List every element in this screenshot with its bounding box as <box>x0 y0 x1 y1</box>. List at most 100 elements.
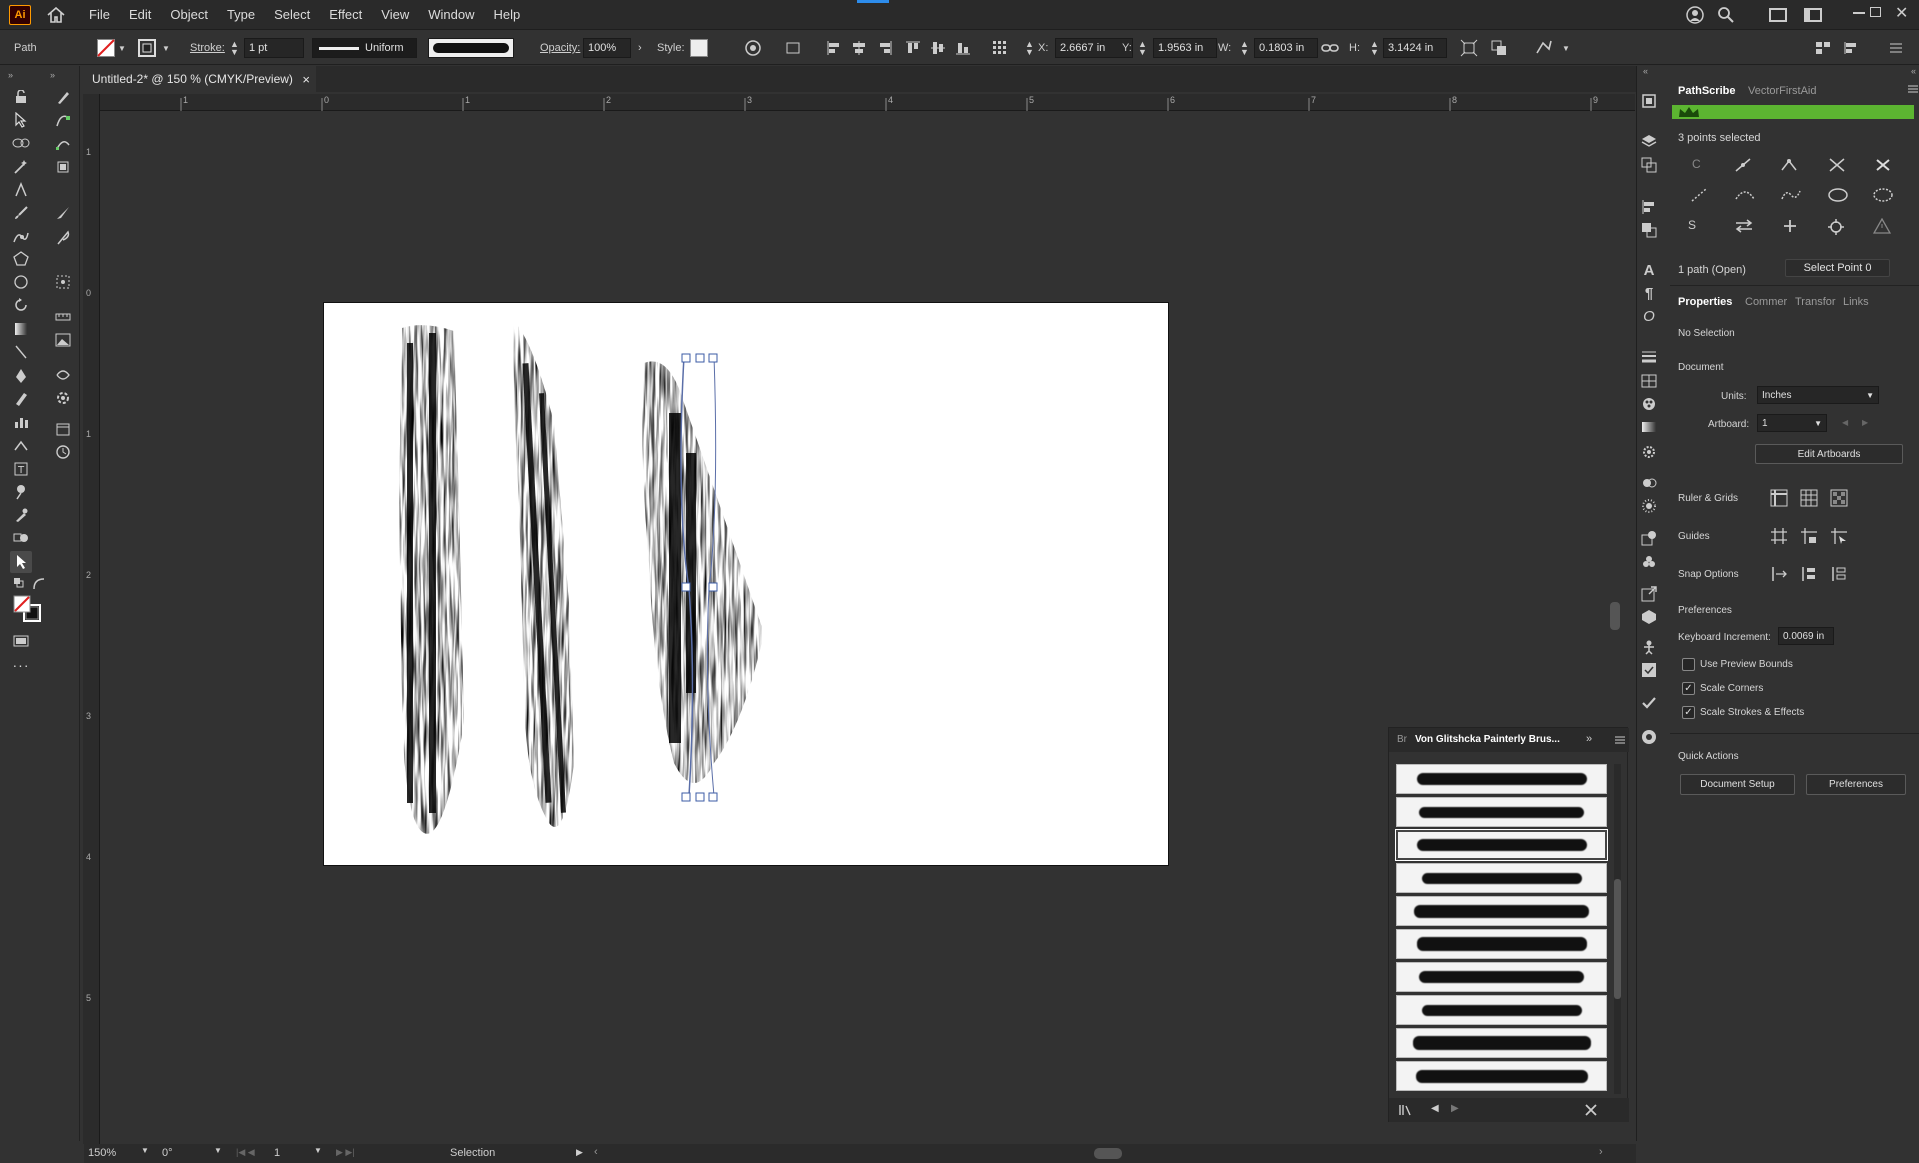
y-field[interactable]: 1.9563 in <box>1153 38 1217 58</box>
remove-brush-stroke-icon[interactable] <box>1584 1103 1598 1117</box>
cross-handles-icon[interactable] <box>1828 157 1846 173</box>
align-bottom-icon[interactable] <box>955 31 971 65</box>
rotation-chevron-down-icon[interactable]: ▼ <box>214 1146 222 1155</box>
show-guides-icon[interactable] <box>1770 527 1788 545</box>
stroke-panel-icon[interactable] <box>1638 345 1660 367</box>
menu-select[interactable]: Select <box>274 7 310 22</box>
arrange-documents-icon[interactable] <box>1769 8 1787 22</box>
screen-mode-icon[interactable] <box>10 630 32 652</box>
collapse-right-panel-icon[interactable]: « <box>1911 66 1916 76</box>
menu-object[interactable]: Object <box>170 7 208 22</box>
h-stepper-icon[interactable]: ▲ ▼ <box>1370 31 1379 65</box>
closed-path-icon[interactable] <box>1827 187 1849 203</box>
horizontal-scrollbar[interactable] <box>1094 1148 1122 1159</box>
line-segment-icon[interactable] <box>10 341 32 363</box>
asset-export-icon[interactable] <box>1638 659 1660 681</box>
use-preview-bounds-checkbox[interactable] <box>1682 658 1695 671</box>
symbols-icon[interactable] <box>1638 472 1660 494</box>
character-icon[interactable]: A <box>1638 259 1660 281</box>
user-search-icon[interactable] <box>1686 6 1704 27</box>
menu-help[interactable]: Help <box>493 7 520 22</box>
shaper-icon[interactable] <box>10 435 32 457</box>
menu-file[interactable]: File <box>89 7 110 22</box>
shape-mode-icon[interactable] <box>1490 31 1508 65</box>
opacity-field[interactable]: 100% <box>583 38 631 58</box>
rulers-toggle-icon[interactable] <box>1770 489 1788 507</box>
more-options-dropdown-icon[interactable]: ▼ <box>1562 31 1570 65</box>
preferences-button[interactable]: Preferences <box>1806 774 1906 795</box>
curvature-icon[interactable] <box>10 226 32 248</box>
reference-point-icon[interactable] <box>992 31 1008 65</box>
brush-tool-2-icon[interactable] <box>52 202 74 224</box>
brush-definition-dropdown[interactable] <box>428 38 514 58</box>
collapse-tools-2-icon[interactable]: » <box>50 70 55 80</box>
smart-guides-icon[interactable] <box>1830 527 1848 545</box>
reverse-path-icon[interactable] <box>1734 218 1754 234</box>
zoom-chevron-down-icon[interactable]: ▼ <box>141 1146 149 1155</box>
lock-icon[interactable] <box>10 86 32 108</box>
s-button[interactable]: S <box>1688 218 1696 232</box>
align-middle-icon[interactable] <box>930 31 946 65</box>
clock-tool-icon[interactable] <box>52 441 74 463</box>
next-artboard-icon[interactable]: ▶ <box>1862 418 1868 427</box>
transform-icon[interactable] <box>1460 31 1478 65</box>
warp-tool-icon[interactable] <box>52 364 74 386</box>
brush-strokes-artwork[interactable] <box>324 303 1170 867</box>
ellipse-icon[interactable] <box>10 271 32 293</box>
scroll-right-icon[interactable]: › <box>1599 1146 1603 1158</box>
polygon-icon[interactable] <box>10 248 32 270</box>
w-stepper-icon[interactable]: ▲ ▼ <box>1240 31 1249 65</box>
calendar-tool-icon[interactable] <box>52 418 74 440</box>
recolor-icon[interactable] <box>745 31 761 65</box>
brushes-tab[interactable]: Br <box>1397 734 1407 745</box>
rotation-value[interactable]: 0° <box>162 1147 173 1159</box>
wave-path-icon[interactable] <box>1780 187 1802 203</box>
snap-to-grid-icon[interactable] <box>1800 565 1818 583</box>
align-left-icon[interactable] <box>826 31 842 65</box>
selection-tool-icon[interactable] <box>10 551 32 573</box>
anchor-point-handle[interactable] <box>681 582 691 592</box>
close-window-icon[interactable]: ✕ <box>1895 3 1908 23</box>
vector-tool-icon[interactable] <box>52 109 74 131</box>
brush-swatch[interactable] <box>1396 1028 1607 1058</box>
minimize-icon[interactable] <box>1853 12 1865 14</box>
graphic-styles-icon[interactable] <box>1638 495 1660 517</box>
swatches-icon[interactable] <box>1638 370 1660 392</box>
paintbrush-icon[interactable] <box>10 202 32 224</box>
tab-vectorfirstaid[interactable]: VectorFirstAid <box>1748 85 1816 97</box>
warning-icon[interactable] <box>1873 218 1891 234</box>
next-library-icon[interactable]: ▶ <box>1451 1103 1459 1114</box>
align-panel-left-icon[interactable] <box>1638 196 1660 218</box>
brush-libraries-menu-icon[interactable] <box>1399 1104 1415 1116</box>
brush-swatch[interactable] <box>1396 929 1607 959</box>
tab-comments[interactable]: Commer <box>1745 296 1787 308</box>
artboard-number[interactable]: 1 <box>274 1147 280 1159</box>
stroke-profile-dropdown[interactable]: Uniform <box>312 38 417 58</box>
last-artboard-icon[interactable]: ▶ ▶| <box>336 1147 355 1158</box>
opacity-label[interactable]: Opacity: <box>540 31 580 65</box>
tab-links[interactable]: Links <box>1843 296 1869 308</box>
scroll-left-icon[interactable]: ‹ <box>594 1146 598 1158</box>
transparency-grid-icon[interactable] <box>1830 489 1848 507</box>
gradient-panel-icon[interactable] <box>1638 416 1660 438</box>
edit-toolbar-icon[interactable]: ··· <box>10 654 32 676</box>
delete-point-icon[interactable] <box>1874 157 1892 173</box>
type-icon[interactable]: T <box>10 458 32 480</box>
home-icon[interactable] <box>45 5 67 25</box>
select-point-dropdown[interactable]: Select Point 0 <box>1785 259 1890 277</box>
h-field[interactable]: 3.1424 in <box>1383 38 1447 58</box>
stroke-swatch[interactable] <box>138 31 156 65</box>
tab-pathscribe[interactable]: PathScribe <box>1678 85 1735 97</box>
brush-panel-scrollbar[interactable] <box>1614 764 1621 1094</box>
swap-colors-icon[interactable] <box>28 573 50 595</box>
dotted-box-icon[interactable] <box>52 271 74 293</box>
gradient-icon[interactable] <box>10 318 32 340</box>
color-panel-icon[interactable] <box>1638 393 1660 415</box>
document-tab[interactable]: Untitled-2* @ 150 % (CMYK/Preview) × <box>86 66 316 92</box>
transparency-icon[interactable] <box>1638 527 1660 549</box>
dashed-closed-path-icon[interactable] <box>1872 187 1894 203</box>
opentype-icon[interactable]: O <box>1638 305 1660 327</box>
graphic-style-swatch[interactable] <box>690 39 708 57</box>
pin-icon[interactable] <box>10 481 32 503</box>
brush-swatch[interactable] <box>1396 863 1607 893</box>
